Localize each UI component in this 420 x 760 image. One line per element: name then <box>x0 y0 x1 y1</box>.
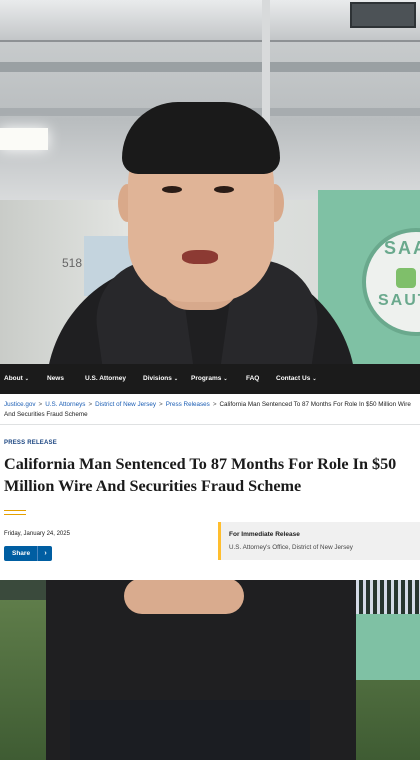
breadcrumb-link-district-nj[interactable]: District of New Jersey <box>95 401 156 408</box>
ceiling-beam <box>0 62 420 72</box>
breadcrumb-link-press-releases[interactable]: Press Releases <box>166 401 210 408</box>
banner-text: SAUT <box>378 292 420 309</box>
site-navbar: About ⌄ News U.S. Attorney Divisions ⌄ Pro… <box>0 364 420 394</box>
article-date: Friday, January 24, 2025 <box>4 531 70 537</box>
presenter-pants <box>70 700 310 760</box>
nav-item-programs[interactable]: Programs ⌄ <box>191 364 228 394</box>
presenter-hair <box>122 102 280 174</box>
ceiling-light <box>0 128 48 150</box>
breadcrumb: Justice.gov > U.S. Attorneys > District of N… <box>4 400 416 419</box>
banner-text: SAA <box>384 238 420 258</box>
presenter-hands <box>124 578 244 614</box>
press-release-screenshot: About ⌄ News U.S. Attorney Divisions ⌄ Pro… <box>0 364 420 580</box>
nav-item-us-attorney[interactable]: U.S. Attorney <box>85 364 126 394</box>
article-title: California Man Sentenced To 87 Months Fo… <box>4 455 397 495</box>
chevron-down-icon: ⌄ <box>312 376 317 382</box>
nav-item-about[interactable]: About ⌄ <box>4 364 29 394</box>
release-office: U.S. Attorney's Office, District of New … <box>229 544 353 551</box>
gold-rule <box>4 510 26 515</box>
nav-item-contact-us[interactable]: Contact Us ⌄ <box>276 364 317 394</box>
chevron-down-icon: ⌄ <box>24 376 29 382</box>
breadcrumb-link-justice-gov[interactable]: Justice.gov <box>4 401 36 408</box>
presenter-eye <box>162 186 182 193</box>
chevron-down-icon: ⌄ <box>173 376 179 382</box>
nav-item-news[interactable]: News <box>47 364 64 394</box>
nav-item-divisions[interactable]: Divisions ⌄ <box>143 364 178 394</box>
wall-number: 518 <box>62 256 83 270</box>
chevron-down-icon: ⌄ <box>223 376 228 382</box>
share-button[interactable]: Share › <box>4 546 52 561</box>
presenter-mouth <box>182 250 218 264</box>
thumbs-up-icon <box>396 268 416 288</box>
share-label: Share <box>12 550 31 557</box>
breadcrumb-separator: > <box>159 401 163 408</box>
breadcrumb-separator: > <box>212 401 217 408</box>
ceiling-vent <box>350 2 416 28</box>
article-eyebrow: PRESS RELEASE <box>4 440 57 446</box>
presenter-eye <box>214 186 234 193</box>
release-info-box: For Immediate Release U.S. Attorney's Of… <box>218 522 420 560</box>
breadcrumb-link-us-attorneys[interactable]: U.S. Attorneys <box>45 401 85 408</box>
release-title: For Immediate Release <box>229 531 300 538</box>
qr-code-icon <box>352 580 420 614</box>
chevron-right-icon: › <box>37 546 53 561</box>
section-divider <box>0 424 420 425</box>
breadcrumb-separator: > <box>88 401 93 408</box>
breadcrumb-separator: > <box>38 401 43 408</box>
nav-item-faq[interactable]: FAQ <box>246 364 259 394</box>
